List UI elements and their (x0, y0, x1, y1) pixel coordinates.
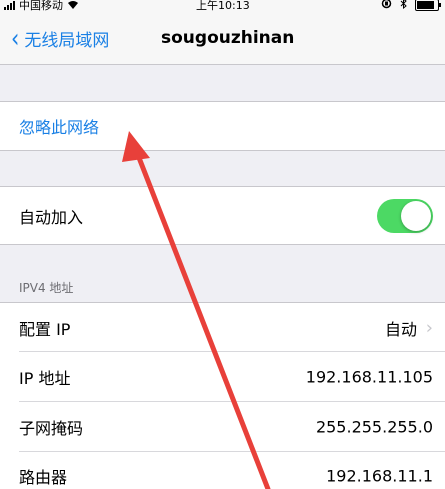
forget-network-label: 忽略此网络 (19, 118, 100, 137)
router-row: 路由器 192.168.11.1 (0, 452, 445, 489)
ipv4-section-header: IPV4 地址 (19, 281, 74, 295)
battery-icon (415, 0, 441, 11)
row-value: 192.168.11.105 (305, 367, 433, 387)
status-bar: 中国移动 上午10:13 (0, 0, 445, 14)
configure-ip-row[interactable]: 配置 IP 自动 › (0, 303, 445, 352)
row-value: 192.168.11.1 (326, 466, 433, 486)
status-time: 上午10:13 (196, 0, 250, 12)
toggle-knob (401, 201, 431, 231)
page-title: sougouzhinan (161, 28, 295, 48)
wifi-icon (67, 0, 79, 12)
cellular-signal-icon (4, 0, 15, 10)
status-left: 中国移动 (4, 0, 79, 13)
ip-address-row: IP 地址 192.168.11.105 (0, 352, 445, 402)
bluetooth-icon (400, 0, 407, 12)
divider (0, 150, 445, 151)
row-label: IP 地址 (19, 369, 71, 388)
forget-network-button[interactable]: 忽略此网络 (0, 102, 445, 150)
auto-join-label: 自动加入 (19, 207, 84, 227)
row-label: 配置 IP (19, 319, 71, 339)
row-label: 子网掩码 (19, 419, 84, 438)
carrier-label: 中国移动 (19, 0, 63, 12)
row-value: 255.255.255.0 (315, 417, 433, 437)
auto-join-row: 自动加入 (0, 187, 445, 244)
auto-join-toggle[interactable] (377, 199, 433, 233)
divider (0, 244, 445, 245)
back-label: 无线局域网 (24, 31, 110, 51)
chevron-right-icon: › (425, 317, 433, 338)
subnet-mask-row: 子网掩码 255.255.255.0 (0, 402, 445, 452)
row-value: 自动 (384, 319, 417, 339)
back-button[interactable]: ‹ 无线局域网 (10, 23, 110, 54)
rotation-lock-icon (381, 0, 392, 12)
navigation-bar: ‹ 无线局域网 sougouzhinan (0, 14, 445, 65)
chevron-left-icon: ‹ (11, 23, 20, 54)
status-right (381, 0, 441, 12)
row-label: 路由器 (19, 468, 68, 487)
